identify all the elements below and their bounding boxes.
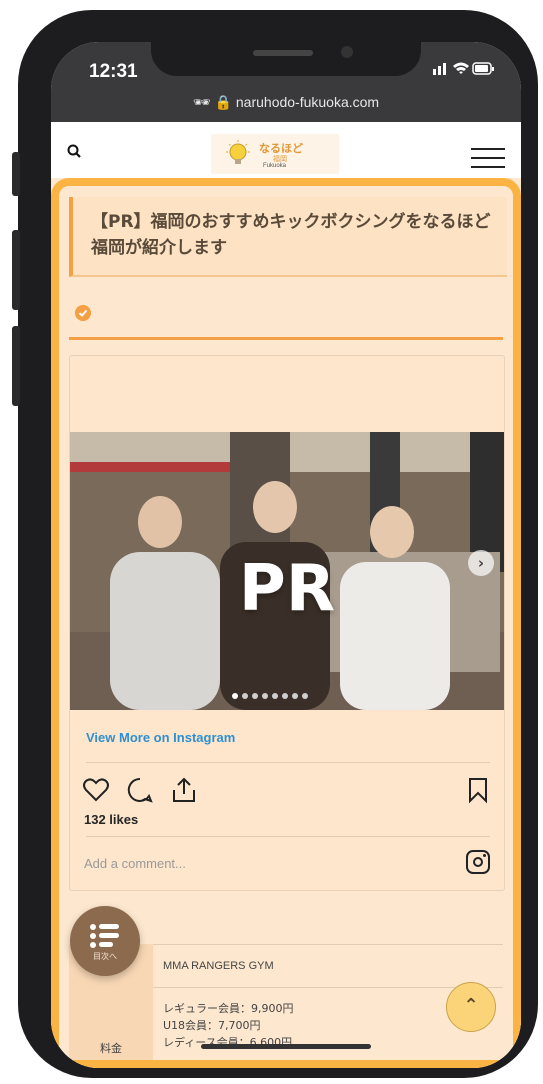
lightbulb-icon [226, 140, 250, 164]
list-icon [90, 924, 119, 948]
system-icons [433, 60, 495, 80]
carousel-dot[interactable] [302, 693, 308, 699]
carousel-dot[interactable] [272, 693, 278, 699]
address-bar[interactable]: 🕶 🔒 naruhodo-fukuoka.com [51, 94, 521, 111]
carousel-dot[interactable] [232, 693, 238, 699]
share-icon[interactable] [170, 776, 198, 804]
toc-button[interactable]: 目次へ [70, 906, 140, 976]
instagram-icon[interactable] [466, 850, 490, 874]
likes-count: 132 likes [84, 812, 139, 827]
volume-up-button [12, 230, 20, 310]
check-divider [69, 297, 503, 340]
fee-label: 料金 [100, 1042, 122, 1055]
carousel-dot[interactable] [292, 693, 298, 699]
check-circle-icon [75, 305, 91, 321]
speaker-grille [253, 50, 313, 56]
view-more-link[interactable]: View More on Instagram [86, 730, 235, 745]
site-header: なるほど 福岡 Fukuoka [51, 122, 521, 182]
notch [151, 42, 421, 76]
mute-switch [12, 152, 20, 196]
table-row: MMA RANGERS GYM [153, 944, 503, 988]
url-text: naruhodo-fukuoka.com [235, 94, 380, 110]
instagram-actions [82, 776, 496, 810]
site-logo[interactable]: なるほど 福岡 Fukuoka [211, 134, 339, 174]
chevron-up-icon: ⌃ [463, 995, 479, 1016]
instagram-photo[interactable]: PR › [70, 432, 504, 710]
instagram-embed: PR › View More on Instagram 132 likes Ad [69, 355, 505, 891]
comment-input[interactable]: Add a comment... [84, 856, 186, 871]
article-title: 【PR】福岡のおすすめキックボクシングをなるほど福岡が紹介します [91, 212, 491, 258]
divider [86, 762, 490, 763]
signal-wifi-battery-icon [433, 62, 494, 75]
carousel-dot[interactable] [282, 693, 288, 699]
home-indicator [201, 1044, 371, 1049]
toc-label: 目次へ [93, 952, 117, 961]
status-time: 12:31 [89, 61, 138, 82]
carousel-dot[interactable] [242, 693, 248, 699]
gym-name: MMA RANGERS GYM [163, 960, 274, 972]
price-item: U18会員：7,700円 [163, 1019, 261, 1032]
menu-icon[interactable] [471, 148, 505, 168]
status-bar: 12:31 🕶 🔒 naruhodo-fukuoka.com [51, 42, 521, 122]
heart-icon[interactable] [82, 776, 110, 804]
carousel-dot[interactable] [252, 693, 258, 699]
logo-subtext-en: Fukuoka [263, 163, 287, 169]
comment-icon[interactable] [126, 776, 154, 804]
carousel-next-button[interactable]: › [468, 550, 494, 576]
phone-screen: 12:31 🕶 🔒 naruhodo-fukuoka.com なるほど 福岡 F… [51, 42, 521, 1068]
article-title-box: 【PR】福岡のおすすめキックボクシングをなるほど福岡が紹介します [69, 197, 507, 277]
carousel-dots [232, 684, 312, 703]
bookmark-icon[interactable] [464, 776, 492, 804]
incognito-icon: 🕶 [192, 94, 211, 110]
price-item: レギュラー会員：9,900円 [163, 1002, 294, 1015]
camera-dot [341, 46, 353, 58]
pr-overlay-text: PR [238, 552, 336, 626]
search-icon[interactable] [67, 144, 81, 158]
back-to-top-button[interactable]: ⌃ [446, 982, 496, 1032]
lock-icon: 🔒 [214, 94, 232, 110]
carousel-dot[interactable] [262, 693, 268, 699]
volume-down-button [12, 326, 20, 406]
divider [86, 836, 490, 837]
